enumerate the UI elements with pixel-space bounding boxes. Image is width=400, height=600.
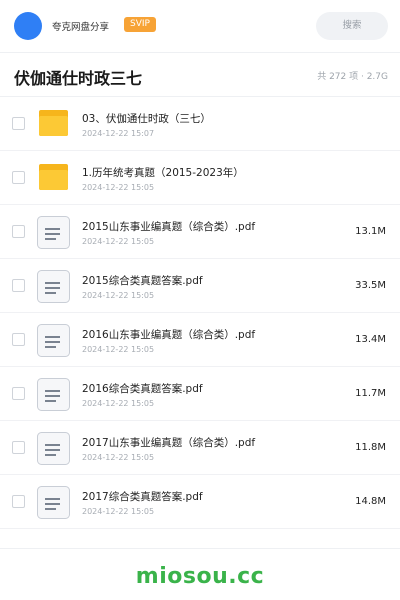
- document-icon: [37, 378, 70, 411]
- document-icon: [37, 216, 70, 249]
- folder-meta: 共 272 项 · 2.7G: [317, 72, 388, 82]
- item-name: 2016综合类真题答案.pdf: [82, 383, 203, 395]
- item-date: 2024-12-22 15:05: [82, 291, 155, 300]
- list-item[interactable]: 2016山东事业编真题（综合类）.pdf 2024-12-22 15:05 13.4…: [0, 313, 400, 367]
- document-icon: [37, 432, 70, 465]
- checkbox[interactable]: [12, 387, 25, 400]
- item-size: 13.1M: [355, 226, 386, 237]
- user-name: 夸克网盘分享: [52, 22, 110, 33]
- item-date: 2024-12-22 15:05: [82, 507, 155, 516]
- item-name: 2015综合类真题答案.pdf: [82, 275, 203, 287]
- item-size: 11.7M: [355, 388, 386, 399]
- item-name: 2017综合类真题答案.pdf: [82, 491, 203, 503]
- list-item[interactable]: 2017山东事业编真题（综合类）.pdf 2024-12-22 15:05 11.8…: [0, 421, 400, 475]
- checkbox[interactable]: [12, 117, 25, 130]
- item-date: 2024-12-22 15:05: [82, 399, 155, 408]
- item-name: 03、伏伽通仕时政（三七）: [82, 113, 211, 125]
- list-item[interactable]: 1.历年统考真题（2015-2023年） 2024-12-22 15:05: [0, 151, 400, 205]
- item-size: 14.8M: [355, 496, 386, 507]
- document-icon: [37, 324, 70, 357]
- list-item[interactable]: 03、伏伽通仕时政（三七） 2024-12-22 15:07: [0, 97, 400, 151]
- header-divider: [0, 52, 400, 53]
- item-name: 1.历年统考真题（2015-2023年）: [82, 167, 244, 179]
- checkbox[interactable]: [12, 441, 25, 454]
- item-size: 33.5M: [355, 280, 386, 291]
- checkbox[interactable]: [12, 171, 25, 184]
- checkbox[interactable]: [12, 333, 25, 346]
- list-item[interactable]: 2016综合类真题答案.pdf 2024-12-22 15:05 11.7M: [0, 367, 400, 421]
- item-name: 2015山东事业编真题（综合类）.pdf: [82, 221, 256, 233]
- item-date: 2024-12-22 15:05: [82, 345, 155, 354]
- item-date: 2024-12-22 15:05: [82, 453, 155, 462]
- item-name: 2017山东事业编真题（综合类）.pdf: [82, 437, 256, 449]
- list-item[interactable]: 2015综合类真题答案.pdf 2024-12-22 15:05 33.5M: [0, 259, 400, 313]
- svip-badge: SVIP: [124, 17, 156, 32]
- checkbox[interactable]: [12, 495, 25, 508]
- search-input[interactable]: 搜索: [316, 12, 388, 40]
- watermark: miosou.cc: [135, 564, 265, 589]
- list-item[interactable]: 2015山东事业编真题（综合类）.pdf 2024-12-22 15:05 13.1…: [0, 205, 400, 259]
- item-name: 2016山东事业编真题（综合类）.pdf: [82, 329, 256, 341]
- item-date: 2024-12-22 15:05: [82, 237, 155, 246]
- folder-icon: [39, 164, 68, 190]
- item-size: 11.8M: [355, 442, 386, 453]
- item-size: 13.4M: [355, 334, 386, 345]
- document-icon: [37, 270, 70, 303]
- item-date: 2024-12-22 15:07: [82, 129, 155, 138]
- top-bar: 夸克网盘分享 SVIP 搜索: [0, 0, 400, 52]
- list-item[interactable]: 2017综合类真题答案.pdf 2024-12-22 15:05 14.8M: [0, 475, 400, 529]
- page-title: 伏伽通仕时政三七: [14, 69, 143, 88]
- checkbox[interactable]: [12, 279, 25, 292]
- document-icon: [37, 486, 70, 519]
- item-date: 2024-12-22 15:05: [82, 183, 155, 192]
- checkbox[interactable]: [12, 225, 25, 238]
- avatar[interactable]: [14, 12, 42, 40]
- folder-icon: [39, 110, 68, 136]
